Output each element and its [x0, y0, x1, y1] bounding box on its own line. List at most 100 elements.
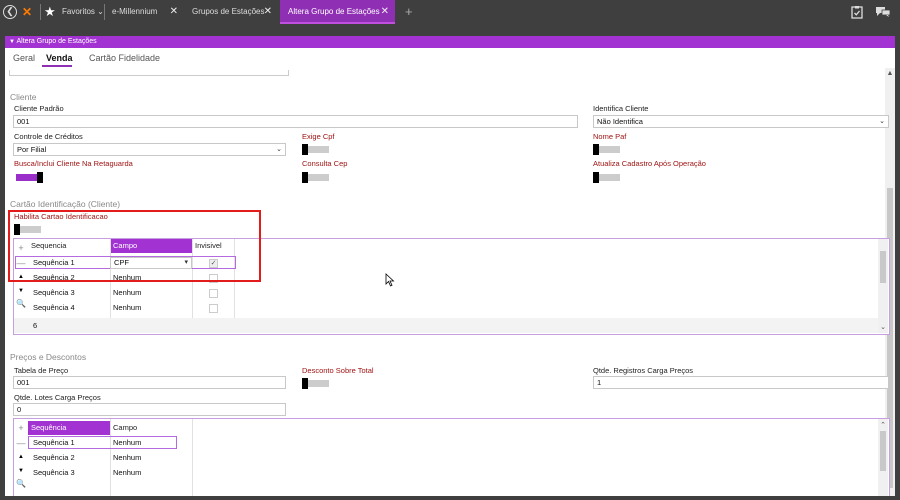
- chat-bubbles-icon[interactable]: [875, 5, 891, 19]
- tab-label: e-Millennium: [112, 7, 158, 16]
- cell-sequencia[interactable]: Sequência 2: [33, 453, 75, 462]
- consulta-cep-label: Consulta Cep: [302, 159, 348, 168]
- cell-campo[interactable]: Nenhum: [113, 288, 141, 297]
- main-content: Geral Venda Cartão Fidelidade ▲ Cliente …: [5, 48, 895, 496]
- identifica-cliente-select[interactable]: Não Identifica ⌄: [593, 115, 889, 128]
- qtde-registros-input[interactable]: 1: [593, 376, 889, 389]
- clipboard-check-icon[interactable]: [850, 5, 864, 19]
- chevron-down-icon[interactable]: ⌄: [879, 116, 885, 127]
- grid-footer: [14, 318, 878, 333]
- cell-campo[interactable]: Nenhum: [113, 468, 141, 477]
- active-tab-indicator: [42, 65, 72, 67]
- busca-cliente-toggle[interactable]: [16, 172, 43, 183]
- section-title-cartao: Cartão Identificação (Cliente): [10, 199, 121, 209]
- remove-row-icon[interactable]: —: [16, 438, 26, 448]
- favorites-label: Favoritos: [62, 7, 95, 16]
- mouse-cursor-icon: [385, 273, 395, 287]
- search-icon[interactable]: 🔍: [16, 479, 26, 489]
- nome-paf-toggle[interactable]: [593, 144, 620, 155]
- move-down-icon[interactable]: ▼: [16, 466, 26, 476]
- atualiza-cadastro-label: Atualiza Cadastro Após Operação: [593, 159, 706, 168]
- panel-title: Altera Grupo de Estações: [16, 38, 97, 45]
- tab-cartao-fidelidade[interactable]: Cartão Fidelidade: [89, 53, 160, 63]
- scroll-up-icon[interactable]: ⌃: [878, 421, 888, 429]
- highlight-annotation-box: [8, 210, 261, 282]
- add-row-icon[interactable]: +: [16, 423, 26, 433]
- precos-grid: + — ▲ ▼ 🔍 Sequência Campo Sequência 1 Ne…: [13, 418, 890, 496]
- qtde-lotes-input[interactable]: 0: [13, 403, 286, 416]
- divider: [40, 4, 41, 20]
- millennium-logo-icon[interactable]: ✕: [22, 0, 32, 24]
- toggle-knob: [593, 172, 599, 183]
- toggle-knob: [302, 172, 308, 183]
- tab-grupos-de-estacoes[interactable]: Grupos de Estações ✕: [184, 0, 278, 24]
- search-icon[interactable]: 🔍: [16, 299, 26, 309]
- nome-paf-label: Nome Paf: [593, 132, 627, 141]
- chevron-down-icon[interactable]: ⌄: [276, 144, 282, 155]
- cell-campo[interactable]: Nenhum: [113, 303, 141, 312]
- scroll-up-icon[interactable]: ▲: [885, 70, 895, 77]
- column-header-campo[interactable]: Campo: [110, 421, 192, 435]
- column-divider: [110, 419, 111, 496]
- frame-bottom: [0, 496, 900, 500]
- scroll-down-icon[interactable]: ⌄: [878, 323, 888, 331]
- star-icon[interactable]: ★: [44, 0, 56, 24]
- add-tab-button[interactable]: +: [405, 0, 413, 24]
- controle-creditos-select[interactable]: Por Filial ⌄: [13, 143, 286, 156]
- toolbar-band: [0, 24, 900, 36]
- qtde-registros-label: Qtde. Registros Carga Preços: [593, 366, 694, 375]
- qtde-lotes-label: Qtde. Lotes Carga Preços: [14, 393, 101, 402]
- consulta-cep-toggle[interactable]: [302, 172, 329, 183]
- desconto-total-label: Desconto Sobre Total: [302, 366, 374, 375]
- grid-footer-count: 6: [33, 321, 38, 330]
- desconto-total-toggle[interactable]: [302, 378, 329, 389]
- move-down-icon[interactable]: ▼: [16, 286, 26, 296]
- toggle-knob: [37, 172, 43, 183]
- favorites-menu[interactable]: Favoritos ⌄: [62, 0, 104, 24]
- move-up-icon[interactable]: ▲: [16, 452, 26, 462]
- tab-label: Grupos de Estações: [192, 7, 265, 16]
- close-icon[interactable]: ✕: [381, 0, 389, 24]
- identifica-cliente-value: Não Identifica: [597, 117, 643, 126]
- tabela-preco-input[interactable]: 001: [13, 376, 286, 389]
- close-icon[interactable]: ✕: [264, 0, 272, 24]
- toggle-knob: [302, 144, 308, 155]
- frame-right: [895, 36, 900, 500]
- tab-venda[interactable]: Venda: [46, 53, 73, 63]
- back-button[interactable]: ❮: [3, 5, 17, 19]
- cell-campo[interactable]: Nenhum: [113, 438, 141, 447]
- exige-cpf-toggle[interactable]: [302, 144, 329, 155]
- grid-scrollbar-thumb[interactable]: [880, 431, 886, 471]
- exige-cpf-label: Exige Cpf: [302, 132, 335, 141]
- busca-cliente-label: Busca/Inclui Cliente Na Retaguarda: [14, 159, 133, 168]
- collapse-icon[interactable]: ▼: [9, 39, 15, 45]
- column-header-sequencia[interactable]: Sequência: [28, 421, 110, 435]
- divider: [9, 70, 289, 76]
- tabela-preco-label: Tabela de Preço: [14, 366, 69, 375]
- top-bar: ❮ ✕ ★ Favoritos ⌄ e-Millennium ✕ Grupos d…: [0, 0, 900, 24]
- column-divider: [192, 419, 193, 496]
- chevron-down-icon: ⌄: [97, 7, 104, 16]
- cell-sequencia[interactable]: Sequência 4: [33, 303, 75, 312]
- tab-geral[interactable]: Geral: [13, 53, 35, 63]
- cell-sequencia[interactable]: Sequência 3: [33, 468, 75, 477]
- section-title-cliente: Cliente: [10, 92, 37, 102]
- invisivel-checkbox[interactable]: [209, 289, 218, 298]
- identifica-cliente-label: Identifica Cliente: [593, 104, 649, 113]
- toggle-knob: [593, 144, 599, 155]
- cliente-padrao-label: Cliente Padrão: [14, 104, 64, 113]
- controle-creditos-label: Controle de Créditos: [14, 132, 83, 141]
- atualiza-cadastro-toggle[interactable]: [593, 172, 620, 183]
- cell-sequencia[interactable]: Sequência 3: [33, 288, 75, 297]
- cell-sequencia[interactable]: Sequência 1: [33, 438, 75, 447]
- section-title-precos: Preços e Descontos: [10, 352, 87, 362]
- close-icon[interactable]: ✕: [170, 0, 178, 24]
- tab-altera-grupo-de-estacoes[interactable]: Altera Grupo de Estações ✕: [280, 0, 395, 24]
- tab-e-millennium[interactable]: e-Millennium ✕: [104, 0, 184, 24]
- cliente-padrao-input[interactable]: 001: [13, 115, 578, 128]
- panel-header[interactable]: ▼ Altera Grupo de Estações: [5, 36, 895, 48]
- toggle-knob: [302, 378, 308, 389]
- invisivel-checkbox[interactable]: [209, 304, 218, 313]
- cell-campo[interactable]: Nenhum: [113, 453, 141, 462]
- grid-scrollbar-thumb[interactable]: [880, 251, 886, 283]
